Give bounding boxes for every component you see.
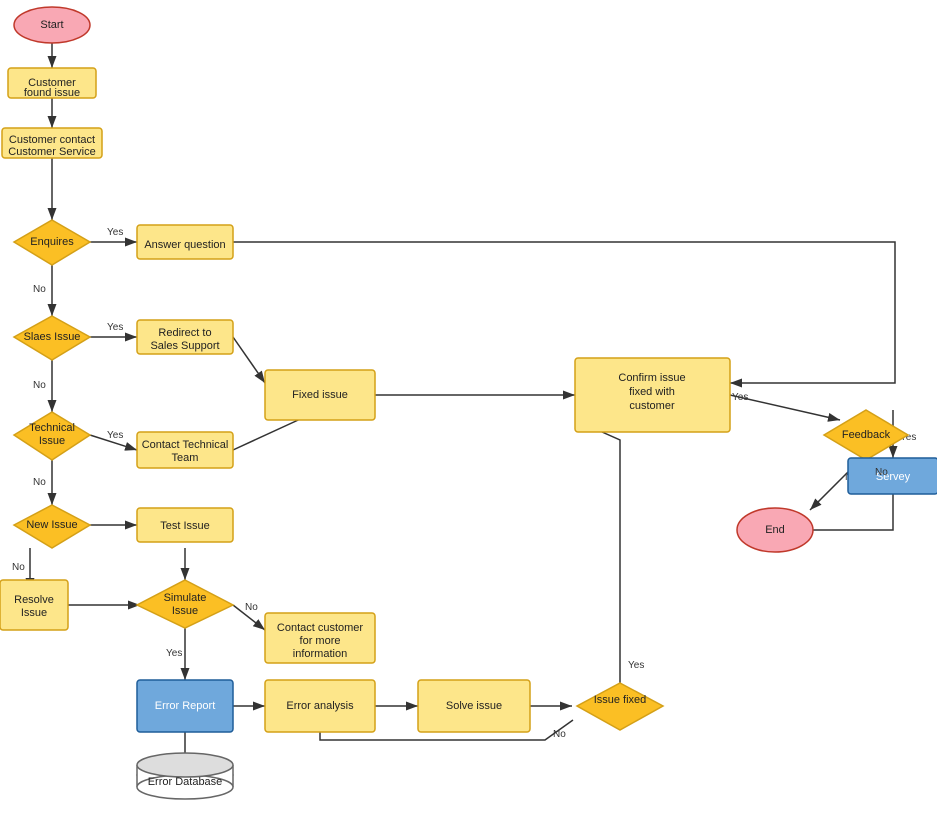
confirm-issue-label: Confirm issue [618, 372, 685, 384]
technical-label: Technical [29, 422, 75, 434]
contact-customer-label2: for more [300, 635, 341, 647]
confirm-issue-label3: customer [629, 400, 675, 412]
svg-text:Yes: Yes [107, 322, 123, 333]
redirect-sales-label: Redirect to [158, 327, 211, 339]
svg-text:Yes: Yes [166, 648, 182, 659]
customer-contact-label: Customer contact [9, 134, 95, 146]
contact-customer-label: Contact customer [277, 622, 364, 634]
svg-text:Yes: Yes [628, 660, 644, 671]
technical-label2: Issue [39, 435, 65, 447]
simulate-label: Simulate [164, 592, 207, 604]
new-issue-label: New Issue [26, 519, 77, 531]
slaes-label: Slaes Issue [24, 331, 81, 343]
customer-contact-label2: Customer Service [8, 146, 95, 158]
customer-found-label2: found issue [24, 87, 80, 99]
simulate-label2: Issue [172, 605, 198, 617]
error-report-label: Error Report [155, 700, 216, 712]
svg-text:No: No [33, 380, 46, 391]
svg-text:Yes: Yes [107, 227, 123, 238]
svg-text:No: No [33, 284, 46, 295]
contact-customer-label3: information [293, 648, 347, 660]
enquires-label: Enquires [30, 236, 74, 248]
svg-text:No: No [245, 602, 258, 613]
issue-fixed-label: Issue fixed [594, 694, 647, 706]
confirm-issue-label2: fixed with [629, 386, 675, 398]
solve-issue-label: Solve issue [446, 700, 502, 712]
start-label: Start [40, 19, 63, 31]
svg-text:No: No [553, 729, 566, 740]
test-issue-label: Test Issue [160, 520, 210, 532]
svg-text:No: No [12, 562, 25, 573]
yes-label-feedback: Yes [732, 392, 748, 403]
end-label: End [765, 524, 785, 536]
svg-text:No: No [33, 477, 46, 488]
contact-technical-label2: Team [172, 452, 199, 464]
error-analysis-label: Error analysis [286, 700, 354, 712]
feedback-label: Feedback [842, 429, 891, 441]
answer-question-label: Answer question [144, 239, 225, 251]
svg-text:Yes: Yes [107, 430, 123, 441]
contact-technical-label: Contact Technical [142, 439, 229, 451]
no-label-feedback: No [875, 467, 888, 478]
redirect-sales-label2: Sales Support [150, 340, 219, 352]
issue-fixed-diamond [577, 683, 663, 730]
resolve-issue-label2: Issue [21, 607, 47, 619]
resolve-issue-label: Resolve [14, 594, 54, 606]
fixed-issue-label: Fixed issue [292, 389, 348, 401]
error-db-label: Error Database [148, 776, 223, 788]
